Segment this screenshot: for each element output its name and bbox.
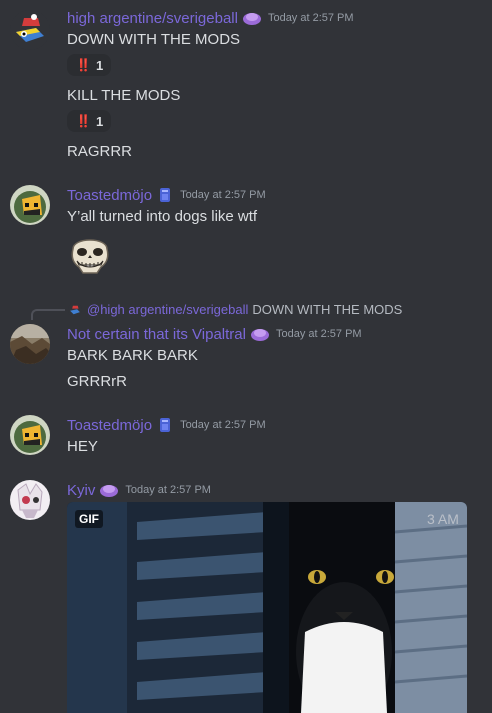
troll-skull-sticker[interactable] (67, 231, 113, 277)
reply-connector (31, 309, 65, 320)
message-text: RAGRRR (67, 143, 133, 160)
reaction-button[interactable]: ‼️ 1 (67, 110, 111, 132)
book-badge-icon (156, 416, 174, 434)
double-exclamation-icon: ‼️ (76, 114, 91, 128)
timestamp: Today at 2:57 PM (180, 419, 266, 431)
reply-text: DOWN WITH THE MODS (252, 302, 403, 317)
message-text: GRRRrR (67, 373, 127, 390)
message-text: DOWN WITH THE MODS (67, 31, 241, 48)
message-text: BARK BARK BARK (67, 347, 198, 364)
message-header: Toastedmöjo Today at 2:57 PM (67, 416, 266, 434)
reaction-count: 1 (95, 57, 104, 73)
username[interactable]: Toastedmöjo (67, 187, 152, 204)
username[interactable]: Toastedmöjo (67, 417, 152, 434)
username[interactable]: Kyiv (67, 482, 95, 499)
role-badge-icon (99, 481, 119, 499)
timestamp: Today at 2:57 PM (125, 484, 211, 496)
message-header: Toastedmöjo Today at 2:57 PM (67, 186, 266, 204)
avatar-high-argentine[interactable] (10, 10, 50, 50)
message-text: KILL THE MODS (67, 87, 181, 104)
reaction-button[interactable]: ‼️ 1 (67, 54, 111, 76)
book-badge-icon (156, 186, 174, 204)
username[interactable]: high argentine/sverigeball (67, 10, 238, 27)
message-header: Not certain that its Vipaltral Today at … (67, 325, 362, 343)
role-badge-icon (250, 325, 270, 343)
reply-username[interactable]: @high argentine/sverigeball (87, 302, 248, 317)
message-header: Kyiv Today at 2:57 PM (67, 481, 211, 499)
gif-overlay-text: 3 AM (427, 511, 459, 527)
cat-blinds-image: 3 AM (67, 502, 467, 713)
gif-embed[interactable]: 3 AM GIF (67, 502, 467, 713)
double-exclamation-icon: ‼️ (76, 58, 91, 72)
role-badge-icon (242, 9, 262, 27)
message-text: Y’all turned into dogs like wtf (67, 208, 258, 225)
reply-reference[interactable]: @high argentine/sverigeball DOWN WITH TH… (68, 302, 402, 317)
gif-label: GIF (75, 510, 103, 528)
timestamp: Today at 2:57 PM (267, 12, 354, 24)
timestamp: Today at 2:57 PM (275, 328, 362, 340)
timestamp: Today at 2:57 PM (180, 189, 266, 201)
avatar-toastedmojo[interactable] (10, 415, 50, 455)
message-text: HEY (67, 438, 98, 455)
reply-avatar (68, 302, 82, 317)
avatar-kyiv[interactable] (10, 480, 50, 520)
avatar-toastedmojo[interactable] (10, 185, 50, 225)
chat-message-list: high argentine/sverigeball Today at 2:57… (0, 0, 492, 713)
reaction-count: 1 (95, 113, 104, 129)
username[interactable]: Not certain that its Vipaltral (67, 326, 246, 343)
avatar-vipaltral[interactable] (10, 324, 50, 364)
message-header: high argentine/sverigeball Today at 2:57… (67, 9, 354, 27)
